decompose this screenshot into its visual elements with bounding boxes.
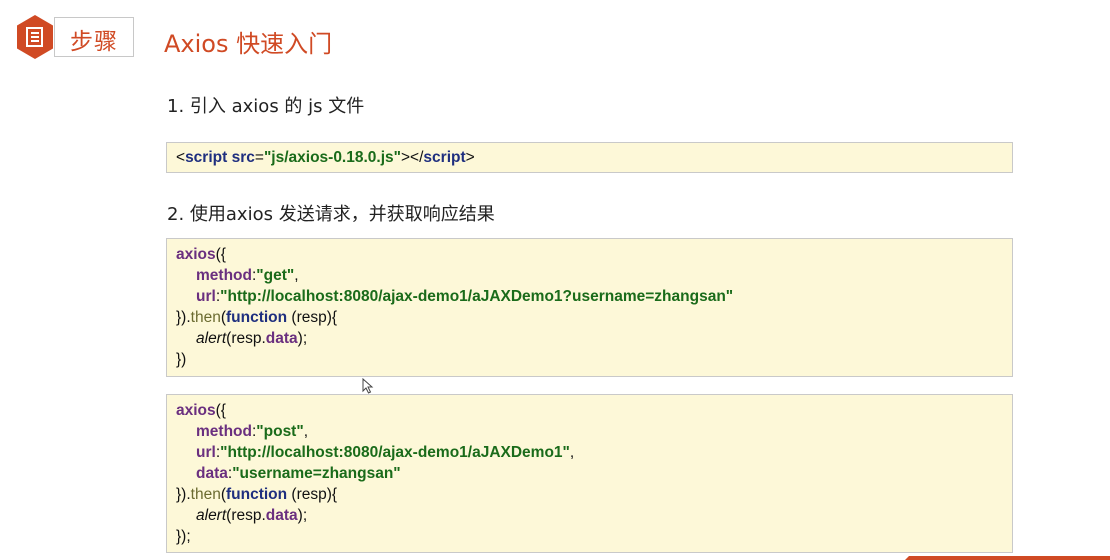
code-token: axios xyxy=(176,246,216,263)
code-token: = xyxy=(254,149,264,166)
code-token: method xyxy=(196,267,252,284)
code-token: script xyxy=(185,149,228,166)
code-token: }). xyxy=(176,309,191,326)
code-token: (resp. xyxy=(226,330,266,347)
code-token: }); xyxy=(176,528,191,545)
code-token: ></ xyxy=(401,149,424,166)
code-token: script xyxy=(423,149,466,166)
code-token: function xyxy=(226,309,288,326)
step-label: 步骤 xyxy=(70,29,118,55)
script-include-code: <script src="js/axios-0.18.0.js"></scrip… xyxy=(166,142,1013,173)
code-token: "post" xyxy=(256,423,304,440)
code-token: alert xyxy=(196,330,227,347)
code-token: alert xyxy=(196,507,227,524)
code-token: ({ xyxy=(215,402,226,419)
code-token: }) xyxy=(176,351,187,368)
code-token: , xyxy=(294,267,299,284)
code-token: ({ xyxy=(215,246,226,263)
code-token: ); xyxy=(297,507,308,524)
code-token: data xyxy=(265,330,298,347)
axios-get-code: axios({ method:"get", url:"http://localh… xyxy=(166,238,1013,377)
footer-decoration xyxy=(905,556,1110,560)
code-token: src xyxy=(231,149,255,166)
code-token: > xyxy=(465,149,475,166)
code-token: then xyxy=(190,486,221,503)
code-token: (resp. xyxy=(226,507,266,524)
step1-heading: 1. 引入 axios 的 js 文件 xyxy=(167,96,365,117)
code-token: "http://localhost:8080/ajax-demo1/aJAXDe… xyxy=(220,288,734,305)
code-token: ); xyxy=(297,330,308,347)
code-token: "username=zhangsan" xyxy=(232,465,401,482)
code-token: data xyxy=(265,507,298,524)
code-token: url xyxy=(196,288,216,305)
code-token: (resp){ xyxy=(287,309,338,326)
code-token: then xyxy=(190,309,221,326)
code-token: function xyxy=(226,486,288,503)
code-token: , xyxy=(569,444,575,461)
page-title: Axios 快速入门 xyxy=(164,30,333,58)
code-token: }). xyxy=(176,486,191,503)
code-token: url xyxy=(196,444,216,461)
code-token: < xyxy=(176,149,186,166)
slide: 步骤 Axios 快速入门 1. 引入 axios 的 js 文件 <scrip… xyxy=(0,0,1110,560)
document-icon xyxy=(17,15,53,59)
axios-post-code: axios({ method:"post", url:"http://local… xyxy=(166,394,1013,553)
step2-heading: 2. 使用axios 发送请求，并获取响应结果 xyxy=(167,204,495,225)
mouse-cursor-icon xyxy=(362,378,374,394)
code-token: , xyxy=(303,423,309,440)
code-token: "js/axios-0.18.0.js" xyxy=(263,149,401,166)
code-token: axios xyxy=(176,402,216,419)
code-token: "get" xyxy=(256,267,295,284)
code-token: data xyxy=(196,465,228,482)
code-token: "http://localhost:8080/ajax-demo1/aJAXDe… xyxy=(220,444,570,461)
code-token: method xyxy=(196,423,252,440)
code-token: (resp){ xyxy=(287,486,338,503)
